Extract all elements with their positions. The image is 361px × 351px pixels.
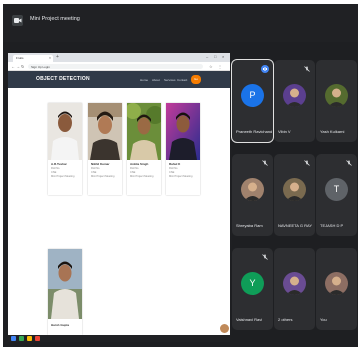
mic-off-icon [261, 253, 269, 261]
participant-name: Shreyaba Ram [236, 223, 263, 228]
window-close-icon[interactable]: × [222, 54, 224, 59]
participant-tile[interactable]: Shreyaba Ram [232, 154, 273, 236]
participant-tile[interactable]: Yash Kulkarni [316, 60, 357, 142]
participant-avatar [283, 178, 306, 201]
member-card[interactable]: Harsh Gupta [48, 249, 82, 335]
site-nav-contact[interactable]: Contact [177, 78, 187, 82]
mic-off-icon [261, 159, 269, 167]
site-nav-button[interactable]: Go [191, 75, 201, 84]
participant-tile[interactable]: You [316, 248, 357, 330]
speaking-indicator-icon [261, 65, 269, 73]
bookmark-icon[interactable]: ☆ [209, 64, 213, 69]
taskbar-app-icon[interactable] [19, 336, 24, 341]
member-detail: Mini Project Meeting [130, 175, 154, 178]
participant-avatar [283, 84, 306, 107]
member-detail: CSE [91, 171, 97, 174]
member-detail: Roll No [130, 167, 139, 170]
meet-app-icon [12, 15, 23, 26]
site-nav-about[interactable]: About [152, 78, 160, 82]
participant-avatar: T [325, 178, 348, 201]
os-taskbar [8, 335, 230, 342]
member-detail: Mini Project Meeting [51, 175, 75, 178]
member-detail: CSE [51, 171, 57, 174]
mic-off-icon [303, 159, 311, 167]
browser-tab-strip: Fruits × + – □ × [8, 53, 230, 62]
presenter-avatar [220, 324, 229, 333]
screenshot-frame: Mini Project meeting Fruits × + – □ × ← … [0, 0, 361, 351]
participant-tile[interactable]: 2 others [274, 248, 315, 330]
forward-icon[interactable]: → [16, 64, 20, 69]
member-photo [48, 249, 82, 319]
member-detail: Mini Project Meeting [169, 175, 193, 178]
meeting-title: Mini Project meeting [30, 16, 80, 22]
participant-name: NAVNEETA G RAY [278, 223, 313, 228]
participant-avatar [283, 272, 306, 295]
url-field[interactable]: Sign Up Login [28, 64, 203, 69]
member-card[interactable]: Nikhil Kumar Roll No CSE Mini Project Me… [88, 103, 122, 195]
member-detail: CSE [130, 171, 136, 174]
back-icon[interactable]: ← [11, 64, 15, 69]
member-name: Rahul K [169, 162, 181, 166]
browser-tab-label: Fruits [16, 56, 24, 60]
site-title: OBJECT DETECTION [36, 76, 90, 82]
participant-name: You [320, 317, 327, 322]
member-name: Nikhil Kumar [91, 162, 110, 166]
web-page: OBJECT DETECTION Home About Services Con… [8, 71, 230, 335]
mic-off-icon [345, 159, 353, 167]
participant-avatar [325, 272, 348, 295]
participant-avatar: Y [241, 272, 264, 295]
participant-name: Yash Kulkarni [320, 129, 345, 134]
member-name: Harsh Gupta [51, 323, 70, 327]
member-detail: Mini Project Meeting [91, 175, 115, 178]
participant-name: Vaishnavi Ravi [236, 317, 263, 322]
minimize-icon[interactable]: – [206, 54, 208, 59]
site-header: OBJECT DETECTION Home About Services Con… [8, 71, 230, 88]
new-tab-icon[interactable]: + [56, 54, 59, 60]
member-photo [48, 103, 82, 160]
site-nav-home[interactable]: Home [140, 78, 148, 82]
participant-tile[interactable]: Y Vaishnavi Ravi [232, 248, 273, 330]
member-card[interactable]: A.R.Tushar Roll No CSE Mini Project Meet… [48, 103, 82, 195]
member-photo [88, 103, 122, 160]
member-name: A.R.Tushar [51, 162, 67, 166]
participant-avatar [325, 84, 348, 107]
taskbar-app-icon[interactable] [27, 336, 32, 341]
site-nav-services[interactable]: Services [164, 78, 176, 82]
member-photo [166, 103, 200, 160]
browser-tab[interactable]: Fruits × [13, 55, 53, 62]
member-detail: Roll No [169, 167, 178, 170]
start-icon[interactable] [11, 336, 16, 341]
member-detail: Roll No [51, 167, 60, 170]
participant-tile[interactable]: P Praneeth Ravichandra [232, 60, 273, 142]
member-detail: Roll No [91, 167, 100, 170]
member-card[interactable]: Rahul K Roll No CSE Mini Project Meeting [166, 103, 200, 195]
taskbar-app-icon[interactable] [35, 336, 40, 341]
member-detail: CSE [169, 171, 175, 174]
participant-name: 2 others [278, 317, 293, 322]
meet-top-bar: Mini Project meeting [3, 4, 358, 42]
member-card[interactable]: Ankita Singh Roll No CSE Mini Project Me… [127, 103, 161, 195]
member-photo [127, 103, 161, 160]
participant-tile[interactable]: Vibin V [274, 60, 315, 142]
meet-window: Mini Project meeting Fruits × + – □ × ← … [3, 4, 358, 347]
mic-off-icon [303, 65, 311, 73]
participant-name: Vibin V [278, 129, 291, 134]
maximize-icon[interactable]: □ [214, 54, 216, 59]
shared-screen[interactable]: Fruits × + – □ × ← → ↻ Sign Up Login ☆ ⋮… [8, 53, 230, 342]
participant-avatar [241, 178, 264, 201]
participant-name: Praneeth Ravichandra [236, 129, 272, 134]
browser-menu-icon[interactable]: ⋮ [218, 64, 222, 69]
tab-close-icon[interactable]: × [49, 56, 51, 60]
participant-name: TEJASH D P [320, 223, 344, 228]
reload-icon[interactable]: ↻ [21, 64, 24, 69]
participant-avatar: P [241, 84, 264, 107]
participant-tile[interactable]: NAVNEETA G RAY [274, 154, 315, 236]
member-name: Ankita Singh [130, 162, 149, 166]
participant-tile[interactable]: T TEJASH D P [316, 154, 357, 236]
browser-address-bar: ← → ↻ Sign Up Login ☆ ⋮ [8, 62, 230, 71]
